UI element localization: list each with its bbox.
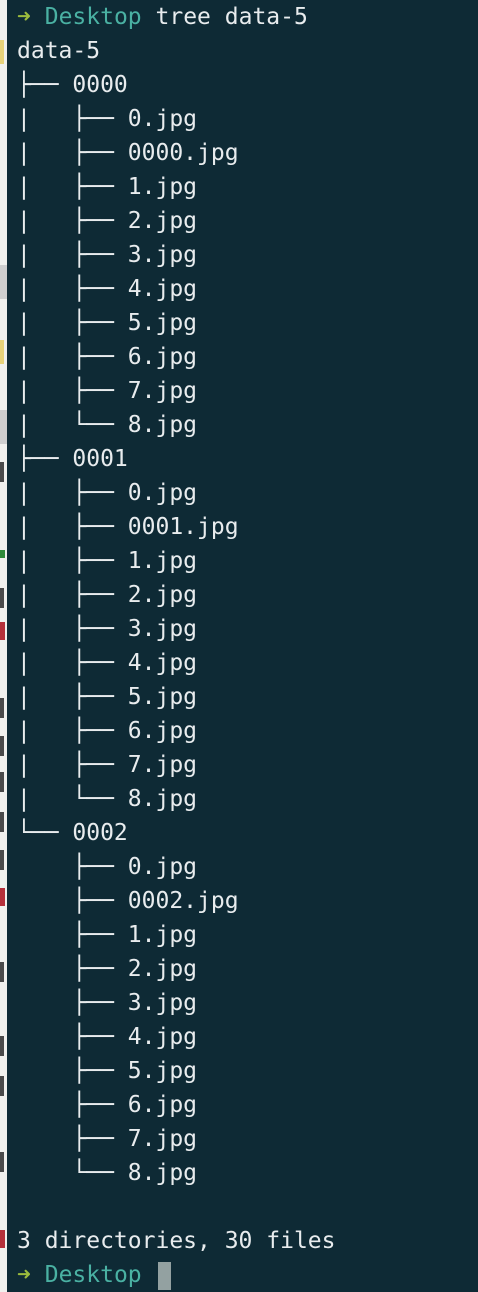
background-mark xyxy=(0,812,4,832)
command-text: tree data-5 xyxy=(155,4,308,30)
output-line: | ├── 4.jpg xyxy=(17,276,198,302)
background-mark xyxy=(0,1036,4,1056)
output-line: ├── 0.jpg xyxy=(17,854,198,880)
current-directory: Desktop xyxy=(44,1262,142,1288)
text-cursor[interactable] xyxy=(157,1261,171,1290)
prompt-arrow-icon: ➜ xyxy=(17,1262,31,1288)
output-line: | ├── 6.jpg xyxy=(17,344,198,370)
output-line: ├── 0002.jpg xyxy=(17,888,239,914)
output-line: data-5 xyxy=(17,38,101,64)
output-line: | ├── 0.jpg xyxy=(17,480,198,506)
background-mark xyxy=(0,40,4,64)
output-line: | ├── 3.jpg xyxy=(17,242,198,268)
background-mark xyxy=(0,1152,4,1172)
output-line: | └── 8.jpg xyxy=(17,786,198,812)
output-line: | ├── 2.jpg xyxy=(17,208,198,234)
background-mark xyxy=(0,962,4,982)
output-line: | ├── 0.jpg xyxy=(17,106,198,132)
background-mark xyxy=(0,1076,4,1096)
background-mark xyxy=(0,736,4,756)
background-mark xyxy=(0,698,4,718)
background-mark xyxy=(0,1230,5,1248)
output-line: | └── 8.jpg xyxy=(17,412,198,438)
background-mark xyxy=(0,588,4,608)
output-line: | ├── 1.jpg xyxy=(17,174,198,200)
background-mark xyxy=(0,850,4,870)
output-line: └── 0002 xyxy=(17,820,128,846)
output-line: | ├── 4.jpg xyxy=(17,650,198,676)
output-line: 3 directories, 30 files xyxy=(17,1228,336,1254)
background-mark xyxy=(0,622,5,640)
output-line: ├── 1.jpg xyxy=(17,922,198,948)
output-line: ├── 5.jpg xyxy=(17,1058,198,1084)
tree-output: data-5 ├── 0000 | ├── 0.jpg | ├── 0000.jpg |… xyxy=(17,34,336,1258)
output-line: | ├── 5.jpg xyxy=(17,310,198,336)
output-line: └── 8.jpg xyxy=(17,1160,198,1186)
output-line: ├── 0000 xyxy=(17,72,128,98)
background-mark xyxy=(0,410,7,444)
output-line: ├── 3.jpg xyxy=(17,990,198,1016)
output-line: | ├── 1.jpg xyxy=(17,548,198,574)
terminal-window[interactable]: ➜ Desktop tree data-5 data-5 ├── 0000 | ├─… xyxy=(7,0,478,1292)
output-line: ├── 0001 xyxy=(17,446,128,472)
active-prompt-line[interactable]: ➜ Desktop xyxy=(17,1258,336,1292)
output-line: ├── 4.jpg xyxy=(17,1024,198,1050)
background-mark xyxy=(0,265,7,299)
output-line: | ├── 3.jpg xyxy=(17,616,198,642)
output-line: ├── 7.jpg xyxy=(17,1126,198,1152)
output-line: | ├── 7.jpg xyxy=(17,752,198,778)
background-window-edge xyxy=(0,0,7,1292)
output-line: ├── 6.jpg xyxy=(17,1092,198,1118)
background-mark xyxy=(0,772,4,792)
background-mark xyxy=(0,888,5,906)
prompt-arrow-icon: ➜ xyxy=(17,4,31,30)
output-line: | ├── 5.jpg xyxy=(17,684,198,710)
output-line: | ├── 7.jpg xyxy=(17,378,198,404)
background-mark xyxy=(0,340,4,364)
output-line: | ├── 0001.jpg xyxy=(17,514,239,540)
output-line: | ├── 6.jpg xyxy=(17,718,198,744)
background-mark xyxy=(0,550,5,558)
output-line: | ├── 2.jpg xyxy=(17,582,198,608)
output-line: | ├── 0000.jpg xyxy=(17,140,239,166)
background-mark xyxy=(0,462,4,482)
command-prompt-line: ➜ Desktop tree data-5 xyxy=(17,0,336,34)
current-directory: Desktop xyxy=(44,4,142,30)
terminal-output: ➜ Desktop tree data-5 data-5 ├── 0000 | ├─… xyxy=(17,0,336,1292)
output-line: ├── 2.jpg xyxy=(17,956,198,982)
